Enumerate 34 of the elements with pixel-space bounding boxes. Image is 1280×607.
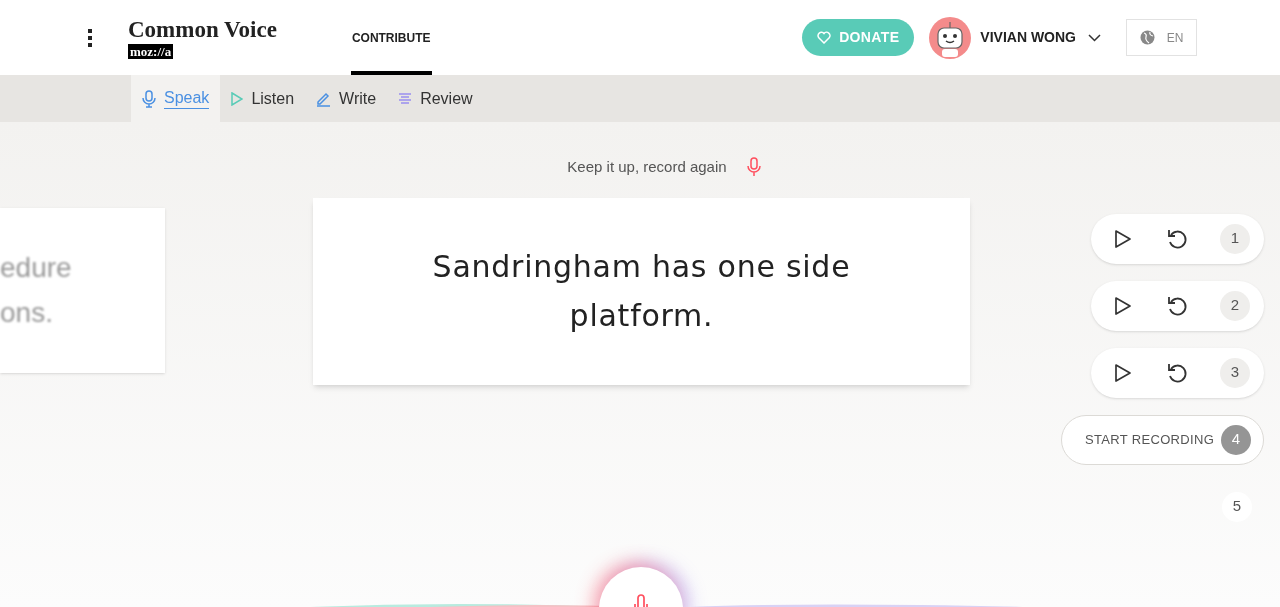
site-title[interactable]: Common Voice <box>128 16 277 43</box>
play-icon[interactable] <box>1114 295 1132 316</box>
chevron-down-icon <box>1088 33 1101 42</box>
user-menu[interactable]: VIVIAN WONG <box>980 27 1101 48</box>
clip-number: 4 <box>1221 424 1251 455</box>
previous-sentence-text: edure <box>0 251 73 285</box>
clip-number: 1 <box>1220 223 1250 254</box>
redo-icon[interactable] <box>1166 227 1188 250</box>
mode-tab[interactable]: Write <box>305 75 388 122</box>
play-icon[interactable] <box>1114 362 1132 383</box>
clip-number: 2 <box>1220 290 1250 321</box>
mode-tab[interactable]: Review <box>387 75 484 122</box>
microphone-icon <box>634 594 648 607</box>
language-selector[interactable]: EN <box>1126 19 1197 56</box>
previous-sentence-text: ons. <box>0 296 54 330</box>
heart-icon <box>817 31 832 44</box>
microphone-icon <box>746 157 761 178</box>
avatar-icon[interactable] <box>929 16 972 59</box>
clip-number: 3 <box>1220 357 1250 388</box>
globe-icon <box>1139 30 1155 45</box>
menu-icon[interactable] <box>86 27 94 48</box>
pencil-icon <box>316 90 332 107</box>
brand-logo[interactable]: moz://a <box>128 43 174 59</box>
start-recording-button[interactable]: START RECORDING 4 <box>1061 414 1264 465</box>
microphone-icon <box>142 89 156 108</box>
mode-tab[interactable]: Listen <box>220 75 306 122</box>
play-icon <box>231 91 244 106</box>
redo-icon[interactable] <box>1166 361 1188 384</box>
prompt-text: Keep it up, record again <box>567 157 727 177</box>
sentence-text: Sandringham has one side platform. <box>431 247 852 335</box>
lines-icon <box>398 92 413 105</box>
clip-number: 5 <box>1222 491 1252 522</box>
redo-icon[interactable] <box>1166 294 1188 317</box>
play-icon[interactable] <box>1114 228 1132 249</box>
